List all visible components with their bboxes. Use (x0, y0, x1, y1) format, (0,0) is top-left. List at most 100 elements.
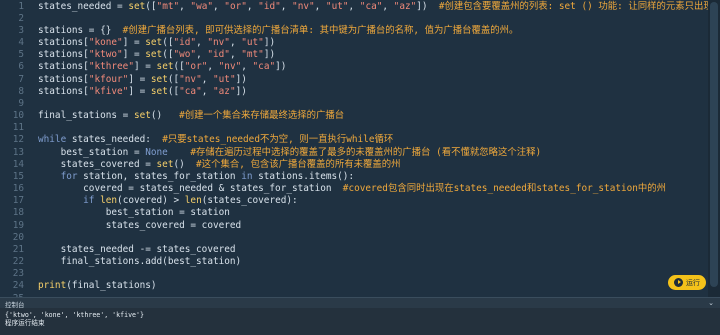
code-line[interactable]: 14 states_covered = set() #这个集合, 包含该广播台覆… (0, 159, 706, 171)
line-number: 21 (12, 243, 24, 255)
code-token: while (38, 134, 67, 146)
run-button-label: 运行 (686, 279, 700, 287)
line-number: 23 (12, 268, 24, 280)
code-token: ] = (128, 85, 151, 97)
code-token: "nv" (218, 61, 242, 73)
code-token: #创建一个集合来存储最终选择的广播台 (179, 110, 345, 122)
code-token: ] = (133, 61, 157, 73)
line-number: 19 (12, 219, 24, 231)
code-token: for (60, 170, 78, 182)
code-token: states_covered = covered (38, 219, 242, 231)
code-line[interactable]: 4 stations["kone"] = set(["id", "nv", "ut… (0, 37, 706, 49)
console-header: 控制台 ⌄ (0, 297, 720, 309)
code-token: station, states_for_station (77, 170, 242, 182)
line-number: 3 (18, 24, 24, 36)
line-number: 14 (12, 158, 24, 170)
code-line[interactable]: 21 states_needed -= states_covered (0, 244, 706, 256)
code-token: "id" (173, 37, 197, 48)
code-token: "ca" (252, 61, 276, 73)
code-editor[interactable]: 1 states_needed = set(["mt", "wa", "or", … (0, 0, 720, 297)
line-number: 20 (12, 231, 24, 243)
code-token: , (213, 0, 225, 12)
code-token: , (201, 73, 214, 85)
line-number: 9 (18, 97, 24, 109)
code-text: if len(covered) > len(states_covered): (38, 195, 298, 207)
code-token: stations = {} (38, 24, 123, 36)
line-number: 22 (12, 256, 24, 268)
code-token: "nv" (179, 73, 202, 85)
code-token: "mt" (156, 0, 180, 12)
code-token: , (314, 0, 326, 12)
code-token: ]) (416, 0, 439, 12)
play-circle-icon (674, 278, 683, 287)
code-token: set (145, 49, 163, 61)
code-text: best_station = None #存储在遍历过程中选择的覆盖了最多的未覆… (38, 146, 542, 159)
code-token: print (38, 280, 67, 292)
code-text: stations["kthree"] = set(["or", "nv", "c… (38, 61, 286, 73)
code-line[interactable]: 1 states_needed = set(["mt", "wa", "or", … (0, 0, 720, 13)
line-number: 12 (12, 134, 24, 146)
run-button[interactable]: 运行 (668, 275, 706, 290)
code-token: ]) (263, 49, 276, 61)
line-number: 4 (18, 37, 24, 48)
code-token: set (145, 37, 163, 48)
code-token: ] = (122, 49, 146, 61)
code-token: stations[ (38, 73, 89, 85)
code-line[interactable]: 17 if len(covered) > len(states_covered)… (0, 195, 706, 207)
code-line[interactable]: 19 states_covered = covered (0, 220, 706, 232)
line-number: 5 (18, 49, 24, 61)
code-token: "kfour" (88, 73, 129, 85)
code-line[interactable]: 24 print(final_stations) (0, 280, 706, 292)
code-line[interactable]: 7 stations["kfour"] = set(["nv", "ut"]) (0, 74, 706, 86)
code-token: , (229, 49, 242, 61)
code-token: set (150, 73, 168, 85)
code-text: stations["kfive"] = set(["ca", "az"]) (38, 86, 247, 98)
code-token: "id" (258, 0, 281, 12)
code-token: , (207, 61, 219, 73)
code-text: print(final_stations) (38, 280, 157, 292)
line-number: 7 (18, 73, 24, 85)
code-token: "nv" (292, 0, 315, 12)
line-number: 1 (18, 0, 24, 12)
code-line[interactable]: 18 best_station = station (0, 207, 706, 219)
code-line[interactable]: 15 for station, states_for_station in st… (0, 171, 706, 183)
line-number: 24 (12, 280, 24, 292)
code-token: ([ (167, 73, 180, 85)
code-token: (final_stations) (66, 280, 157, 292)
code-line[interactable]: 12 while states_needed: #只要states_needed不… (0, 134, 706, 146)
code-line[interactable]: 10 final_stations = set() #创建一个集合来存储最终选择的… (0, 110, 706, 122)
code-token: len (184, 195, 202, 207)
code-token: ([ (145, 0, 157, 12)
code-line[interactable]: 8 stations["kfive"] = set(["ca", "az"]) (0, 86, 706, 98)
code-token: "az" (213, 85, 236, 97)
code-token: ] = (122, 37, 146, 48)
code-line[interactable]: 20 (0, 232, 706, 244)
code-line[interactable]: 2 (0, 13, 706, 25)
code-token: ([ (167, 85, 180, 97)
code-line[interactable]: 3 stations = {} #创建广播台列表, 即可供选择的广播台清单: 其中… (0, 25, 706, 37)
code-token: ]) (235, 73, 247, 85)
code-line[interactable]: 13 best_station = None #存储在遍历过程中选择的覆盖了最多… (0, 147, 706, 159)
code-line[interactable]: 5 stations["ktwo"] = set(["wo", "id", "mt… (0, 49, 706, 61)
code-line[interactable]: 9 (0, 98, 706, 110)
code-token: set (150, 85, 168, 97)
code-token: #创建包含要覆盖州的列表: set () 功能: 让同样的元素只出现一次。 (438, 0, 720, 12)
code-token: ]) (275, 61, 287, 73)
chevron-down-icon[interactable]: ⌄ (708, 299, 714, 307)
code-token: best_station = (38, 146, 146, 158)
editor-scrollbar[interactable] (708, 0, 720, 297)
code-token: () (173, 158, 197, 170)
code-line[interactable]: 11 (0, 122, 706, 134)
code-line[interactable]: 16 covered = states_needed & states_for_… (0, 183, 706, 195)
code-token: #只要states_needed不为空, 则一直执行while循环 (162, 134, 394, 146)
code-line[interactable]: 23 (0, 268, 706, 280)
code-text: stations = {} #创建广播台列表, 即可供选择的广播台清单: 其中键… (38, 25, 518, 37)
scrollbar-thumb[interactable] (710, 2, 718, 287)
code-line[interactable]: 6 stations["kthree"] = set(["or", "nv", "… (0, 61, 706, 73)
code-token: #covered包含同时出现在states_needed和states_for_… (342, 183, 667, 195)
code-token: , (229, 37, 242, 48)
code-token: ([ (162, 49, 174, 61)
code-line[interactable]: 22 final_stations.add(best_station) (0, 256, 706, 268)
